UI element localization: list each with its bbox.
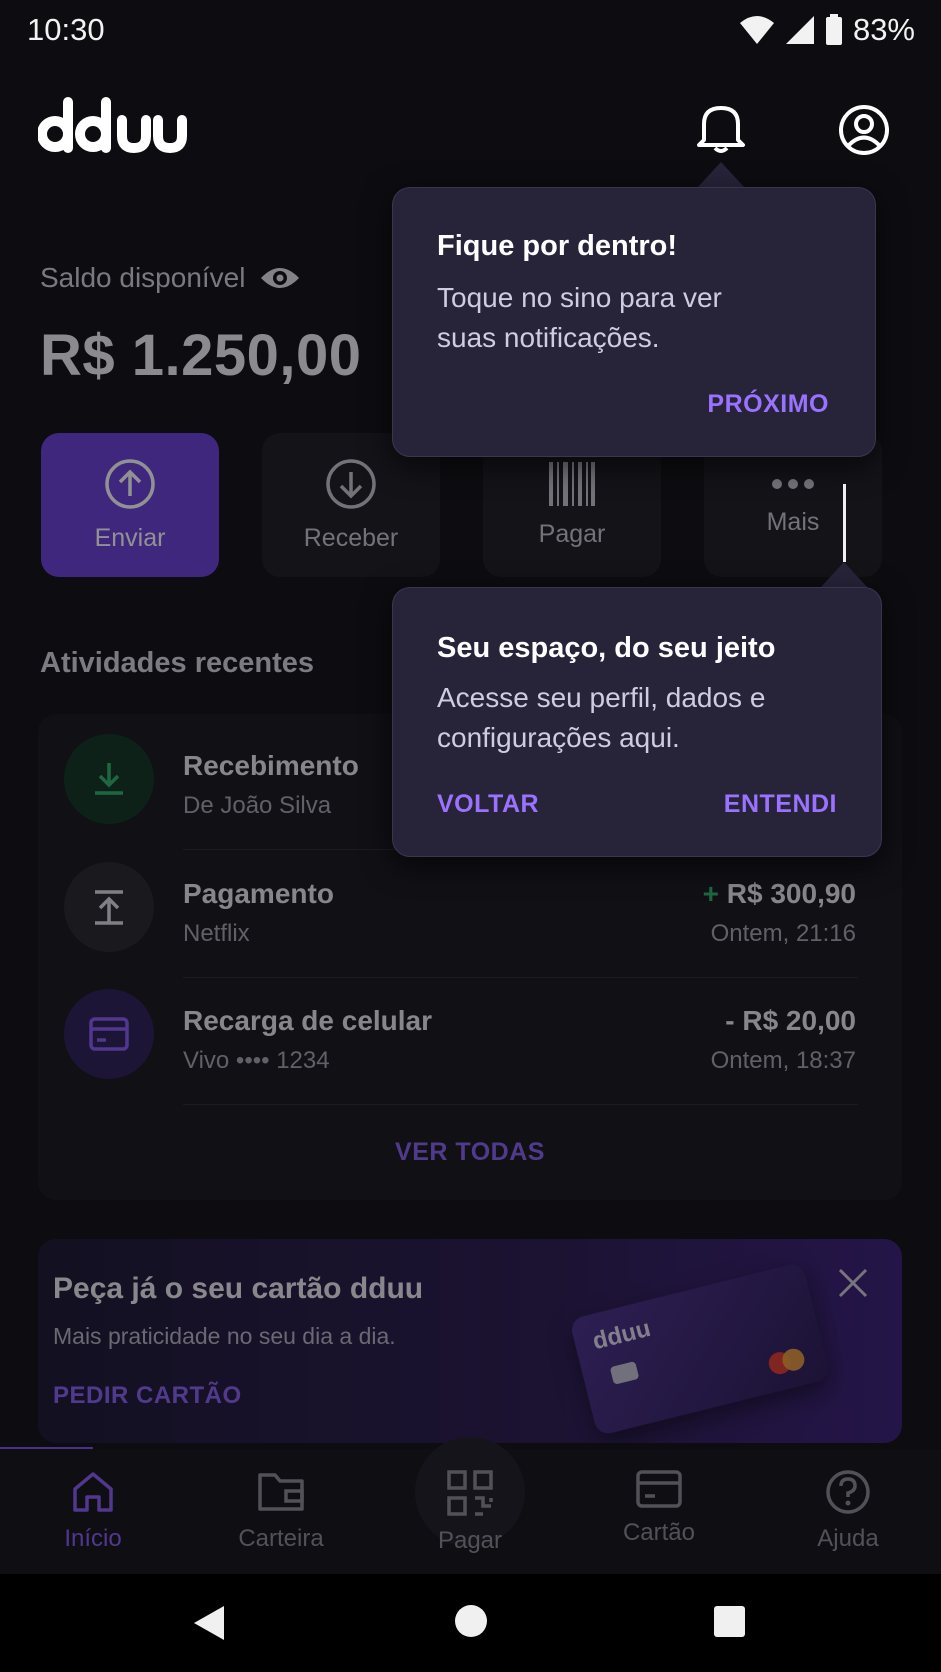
activity-subtitle: Vivo •••• 1234	[183, 1047, 330, 1074]
mastercard-icon	[768, 1348, 805, 1375]
upload-icon	[64, 862, 154, 952]
promo-title: Peça já o seu cartão dduu	[53, 1272, 424, 1305]
nav-label: Ajuda	[817, 1525, 879, 1552]
arrow-up-circle-icon	[105, 458, 155, 509]
profile-tooltip: Seu espaço, do seu jeito Acesse seu perf…	[392, 587, 882, 857]
profile-icon[interactable]	[838, 104, 890, 161]
home-icon	[73, 1472, 113, 1512]
nav-item-ajuda[interactable]: Ajuda	[773, 1469, 923, 1553]
balance-label-text: Saldo disponível	[40, 262, 246, 293]
wifi-icon	[739, 16, 774, 44]
activity-time: Ontem, 21:16	[710, 920, 856, 947]
signal-icon	[785, 16, 814, 44]
activity-title: Pagamento	[183, 878, 334, 909]
more-label: Mais	[766, 507, 820, 536]
download-icon	[64, 734, 154, 824]
activity-time: Ontem, 18:37	[710, 1047, 856, 1074]
credit-card-icon	[64, 989, 154, 1079]
close-icon[interactable]	[837, 1267, 869, 1299]
tooltip-body-line: configurações aqui.	[437, 722, 680, 753]
battery-percent: 83%	[852, 12, 915, 47]
barcode-icon	[549, 461, 595, 506]
activity-row[interactable]: Recarga de celular Vivo •••• 1234 - R$ 2…	[38, 969, 902, 1096]
status-bar: 10:30 83%	[0, 0, 941, 60]
tooltip-body-line: suas notificações.	[437, 322, 660, 353]
nav-label: Pagar	[437, 1527, 503, 1554]
divider	[183, 1104, 858, 1105]
back-icon[interactable]	[190, 1604, 226, 1642]
card-chip	[609, 1361, 640, 1385]
nav-item-inicio[interactable]: Início	[18, 1469, 168, 1553]
tooltip-body: Acesse seu perfil, dados e configurações…	[437, 678, 765, 758]
activity-row[interactable]: Pagamento Netflix + R$ 300,90 Ontem, 21:…	[38, 842, 902, 969]
tooltip-arrow	[697, 162, 745, 188]
bell-icon[interactable]	[696, 102, 746, 159]
more-icon	[772, 478, 814, 489]
activity-subtitle: De João Silva	[183, 792, 332, 819]
activity-title: Recarga de celular	[183, 1005, 433, 1036]
bottom-nav: Início Carteira Pagar Cartão Ajuda	[0, 1437, 941, 1574]
activity-amount: - R$ 20,00	[725, 1005, 856, 1036]
credit-card-icon	[636, 1470, 682, 1508]
card-logo: dduu	[589, 1314, 654, 1356]
amount-sign: +	[702, 878, 719, 909]
qr-code-icon	[447, 1470, 493, 1516]
nav-item-carteira[interactable]: Carteira	[206, 1469, 356, 1553]
receive-label: Receber	[303, 523, 399, 552]
balance-value: R$ 1.250,00	[40, 323, 362, 388]
activity-amount: + R$ 300,90	[703, 878, 856, 910]
nav-label: Cartão	[622, 1519, 696, 1546]
tooltip-title: Fique por dentro!	[437, 230, 678, 262]
help-icon	[826, 1470, 870, 1514]
app-logo	[37, 96, 188, 163]
status-icons: 83%	[739, 12, 915, 48]
tooltip-body-line: Toque no sino para ver	[437, 282, 722, 313]
card-illustration: dduu	[569, 1261, 831, 1437]
tooltip-body-line: Acesse seu perfil, dados e	[437, 682, 766, 713]
status-time: 10:30	[27, 12, 105, 47]
confirm-button[interactable]: ENTENDI	[724, 790, 837, 819]
recents-icon[interactable]	[713, 1605, 746, 1638]
send-button[interactable]: Enviar	[41, 433, 219, 577]
promo-subtitle: Mais praticidade no seu dia a dia.	[53, 1323, 396, 1349]
balance-label: Saldo disponível	[40, 262, 301, 294]
tooltip-arrow	[820, 562, 868, 588]
eye-icon[interactable]	[259, 264, 301, 292]
recent-activities-title: Atividades recentes	[40, 647, 315, 679]
next-button[interactable]: PRÓXIMO	[707, 390, 829, 419]
tooltip-title: Seu espaço, do seu jeito	[437, 632, 776, 664]
activity-title: Recebimento	[183, 750, 359, 781]
pay-label: Pagar	[538, 519, 606, 548]
nav-item-pagar[interactable]: Pagar	[395, 1469, 545, 1555]
battery-icon	[825, 14, 842, 45]
send-label: Enviar	[94, 523, 166, 552]
home-circle-icon[interactable]	[454, 1604, 488, 1638]
amount-value: R$ 300,90	[726, 878, 856, 909]
system-nav-bar	[0, 1574, 941, 1672]
tooltip-pointer-line	[843, 484, 846, 562]
nav-item-cartao[interactable]: Cartão	[584, 1469, 734, 1547]
nav-label: Carteira	[238, 1525, 324, 1552]
nav-label: Início	[64, 1525, 122, 1552]
arrow-down-circle-icon	[326, 458, 376, 509]
order-card-link[interactable]: PEDIR CARTÃO	[53, 1382, 242, 1410]
folder-icon	[258, 1473, 304, 1511]
tooltip-body: Toque no sino para ver suas notificações…	[437, 278, 722, 358]
back-button[interactable]: VOLTAR	[437, 790, 539, 819]
notifications-tooltip: Fique por dentro! Toque no sino para ver…	[392, 187, 876, 457]
activity-subtitle: Netflix	[183, 920, 250, 947]
see-all-link[interactable]: VER TODAS	[38, 1138, 902, 1167]
card-promo-banner: Peça já o seu cartão dduu Mais praticida…	[38, 1239, 902, 1443]
